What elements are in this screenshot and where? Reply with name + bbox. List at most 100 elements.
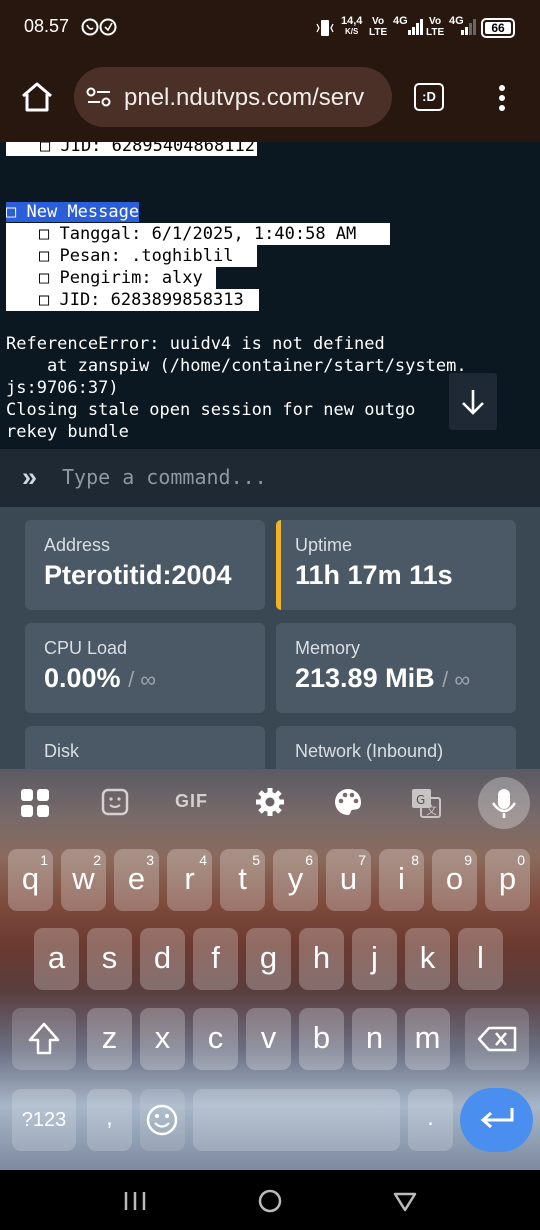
home-button-icon[interactable] [257, 1188, 283, 1214]
key-a[interactable]: a [34, 928, 79, 990]
key-r[interactable]: r4 [167, 849, 212, 911]
key-label: c [207, 1020, 224, 1055]
key-x[interactable]: x [140, 1008, 185, 1070]
key-e[interactable]: e3 [114, 849, 159, 911]
key-q[interactable]: q1 [8, 849, 53, 911]
volte-2: Vo LTE [426, 16, 444, 38]
enter-key[interactable] [460, 1088, 533, 1152]
key-f[interactable]: f [193, 928, 238, 990]
voice-input-button[interactable] [478, 777, 530, 829]
sticker-icon[interactable] [101, 788, 129, 816]
key-hint: 7 [358, 852, 366, 868]
stat-value: 213.89 MiB [295, 663, 435, 693]
console-line: □ JID: 62895404868112 [6, 142, 257, 157]
recents-icon[interactable] [122, 1189, 148, 1213]
emoji-key[interactable] [140, 1089, 185, 1151]
system-nav-bar [0, 1170, 540, 1230]
stat-value: 11h 17m 11s [295, 560, 453, 590]
vo-label-2: Vo [429, 16, 442, 27]
lte-label: LTE [369, 27, 388, 38]
console-line: js:9706:37) [6, 378, 119, 398]
key-s[interactable]: s [87, 928, 132, 990]
key-l[interactable]: l [458, 928, 503, 990]
key-u[interactable]: u7 [326, 849, 371, 911]
key-d[interactable]: d [140, 928, 185, 990]
key-g[interactable]: g [246, 928, 291, 990]
period-key-label: . [427, 1104, 434, 1131]
site-settings-icon[interactable] [86, 86, 112, 108]
key-j[interactable]: j [352, 928, 397, 990]
key-hint: 5 [252, 852, 260, 868]
clock: 08.57 [24, 16, 70, 36]
vo-label: Vo [372, 16, 385, 27]
more-menu-icon[interactable] [496, 83, 508, 113]
key-label: f [211, 940, 220, 975]
comma-key-label: , [106, 1104, 113, 1131]
key-i[interactable]: i8 [379, 849, 424, 911]
console-field: □ JID: 6283899858313 [6, 289, 259, 311]
key-w[interactable]: w2 [61, 849, 106, 911]
stat-limit: / ∞ [128, 667, 156, 692]
stat-label: Uptime [295, 535, 353, 555]
stat-value[interactable]: Pterotitid:2004 [44, 560, 232, 591]
key-hint: 0 [517, 852, 525, 868]
key-o[interactable]: o9 [432, 849, 477, 911]
symbols-key[interactable]: ?123 [12, 1089, 76, 1151]
home-icon[interactable] [20, 81, 54, 113]
key-y[interactable]: y6 [273, 849, 318, 911]
signal-icon-2 [461, 19, 476, 35]
key-z[interactable]: z [87, 1008, 132, 1070]
console-event-header: □ New Message [6, 201, 140, 223]
key-b[interactable]: b [299, 1008, 344, 1070]
key-v[interactable]: v [246, 1008, 291, 1070]
shift-arrow-icon [28, 1022, 60, 1055]
volte-1: Vo LTE [369, 16, 387, 38]
key-k[interactable]: k [405, 928, 450, 990]
shift-key[interactable] [12, 1008, 76, 1070]
backspace-icon [477, 1026, 517, 1052]
uptime-accent-bar [276, 520, 281, 610]
console-text: □ JID: 62895404868112 [6, 142, 257, 156]
network-type-1: 4G [393, 15, 408, 27]
key-label: y [287, 861, 304, 896]
settings-gear-icon[interactable] [255, 787, 285, 817]
stat-limit: / ∞ [442, 667, 471, 692]
stat-label: CPU Load [44, 638, 128, 658]
enter-arrow-icon [480, 1108, 514, 1129]
key-h[interactable]: h [299, 928, 344, 990]
key-n[interactable]: n [352, 1008, 397, 1070]
console-line: ReferenceError: uuidv4 is not defined [6, 334, 385, 354]
key-t[interactable]: t5 [220, 849, 265, 911]
space-key[interactable] [193, 1089, 400, 1151]
translate-icon[interactable]: G 文 [411, 788, 441, 818]
key-label: v [260, 1020, 277, 1055]
key-c[interactable]: c [193, 1008, 238, 1070]
command-bar: » Type a command... [0, 449, 540, 507]
gif-button[interactable]: GIF [175, 791, 208, 812]
key-p[interactable]: p0 [485, 849, 530, 911]
comma-key[interactable]: , [87, 1089, 132, 1151]
emoji-icon [146, 1104, 178, 1136]
backspace-key[interactable] [465, 1008, 529, 1070]
tab-switcher-label: :D [422, 89, 436, 104]
symbols-key-label: ?123 [21, 1109, 67, 1131]
key-hint: 8 [411, 852, 419, 868]
stat-value: 0.00% [44, 663, 121, 693]
key-m[interactable]: m [405, 1008, 450, 1070]
back-icon[interactable] [392, 1189, 418, 1213]
tab-switcher-button[interactable]: :D [414, 83, 444, 111]
period-key[interactable]: . [408, 1089, 453, 1151]
key-label: t [238, 861, 247, 896]
apps-grid-icon[interactable] [20, 788, 50, 818]
theme-palette-icon[interactable] [333, 787, 363, 817]
command-input[interactable]: Type a command... [62, 465, 267, 489]
url-text[interactable]: pnel.ndutvps.com/serv [124, 84, 382, 112]
scroll-to-bottom-button[interactable] [449, 373, 497, 430]
console-field: □ Pengirim: alxy [6, 267, 216, 289]
console-field: □ Pesan: .toghiblil [6, 245, 257, 267]
stat-value-wrap: 213.89 MiB / ∞ [295, 663, 470, 694]
key-label: r [184, 861, 195, 896]
key-hint: 9 [464, 852, 472, 868]
key-label: u [339, 861, 358, 896]
status-bar: 08.57 14,4 K/S Vo LTE 4G Vo LTE 4G 66 [0, 0, 540, 56]
